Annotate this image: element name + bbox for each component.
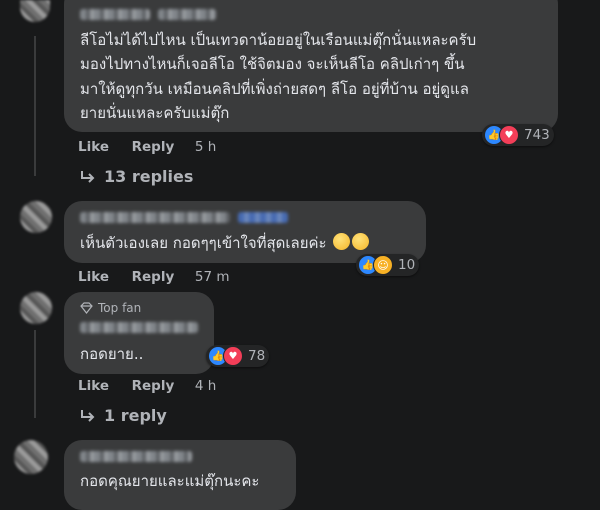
love-reaction-icon: ♥ [499, 125, 519, 145]
commenter-name[interactable] [80, 9, 150, 20]
replies-count-label: 13 replies [104, 167, 194, 186]
reply-arrow-icon [81, 409, 95, 422]
reaction-summary[interactable]: 👍 ♥ 78 [206, 345, 270, 367]
comment-actions: Like Reply 4 h [78, 378, 216, 394]
reaction-count: 743 [524, 127, 550, 143]
like-link[interactable]: Like [78, 269, 109, 285]
reply-link[interactable]: Reply [132, 378, 175, 394]
reaction-count: 10 [398, 257, 416, 273]
commenter-name[interactable] [80, 451, 192, 462]
thread-line-2 [34, 330, 36, 418]
comment-text-line: ยายนั่นแหละครับแม่ตุ๊ก [80, 104, 230, 122]
reaction-count: 78 [248, 348, 266, 364]
thread-line-1 [34, 36, 36, 176]
comment-text-line: มองไปทางไหนก็เจอลีโอ ใช้จิตมอง จะเห็นลีโ… [80, 55, 465, 73]
care-reaction-icon: ☺ [373, 255, 393, 275]
comment-timestamp[interactable]: 4 h [195, 378, 216, 394]
reply-link[interactable]: Reply [132, 269, 175, 285]
top-fan-diamond-icon [80, 302, 93, 314]
commenter-name[interactable] [80, 212, 230, 223]
view-replies-link[interactable]: 1 reply [80, 406, 167, 425]
emoji-icon [352, 233, 370, 250]
love-reaction-icon: ♥ [223, 346, 243, 366]
comment-text-line: มาให้ดูทุกวัน เหมือนคลิปที่เพิ่งถ่ายสดๆ … [80, 80, 469, 98]
reply-link[interactable]: Reply [132, 139, 175, 155]
reaction-summary[interactable]: 👍 ♥ 743 [482, 124, 554, 146]
comment-actions: Like Reply 5 h [78, 139, 216, 155]
comment-timestamp[interactable]: 57 m [195, 269, 230, 285]
commenter-name-part[interactable] [158, 9, 216, 20]
comment-text: เห็นตัวเองเลย กอดๆๆเข้าใจที่สุดเลยค่ะ [80, 232, 370, 255]
commenter-name-part[interactable] [238, 212, 288, 223]
replies-count-label: 1 reply [104, 406, 167, 425]
comment-actions: Like Reply 57 m [78, 269, 229, 285]
comment-text: กอดคุณยายและแม่ตุ๊กนะคะ [80, 472, 260, 490]
reaction-summary[interactable]: 👍 ☺ 10 [356, 254, 420, 276]
comment-timestamp[interactable]: 5 h [195, 139, 216, 155]
avatar[interactable] [20, 0, 50, 22]
comment-text-line: ลีโอไม่ได้ไปไหน เป็นเทวดาน้อยอยู่ในเรือน… [80, 31, 477, 49]
reply-arrow-icon [81, 170, 95, 183]
emoji-icon [333, 233, 351, 250]
commenter-name[interactable] [80, 322, 198, 333]
view-replies-link[interactable]: 13 replies [80, 167, 193, 186]
like-link[interactable]: Like [78, 378, 109, 394]
top-fan-badge: Top fan [80, 301, 141, 315]
comment-text: กอดยาย.. [80, 345, 144, 363]
avatar[interactable] [20, 201, 52, 233]
avatar[interactable] [20, 292, 52, 324]
avatar[interactable] [14, 440, 48, 474]
like-link[interactable]: Like [78, 139, 109, 155]
